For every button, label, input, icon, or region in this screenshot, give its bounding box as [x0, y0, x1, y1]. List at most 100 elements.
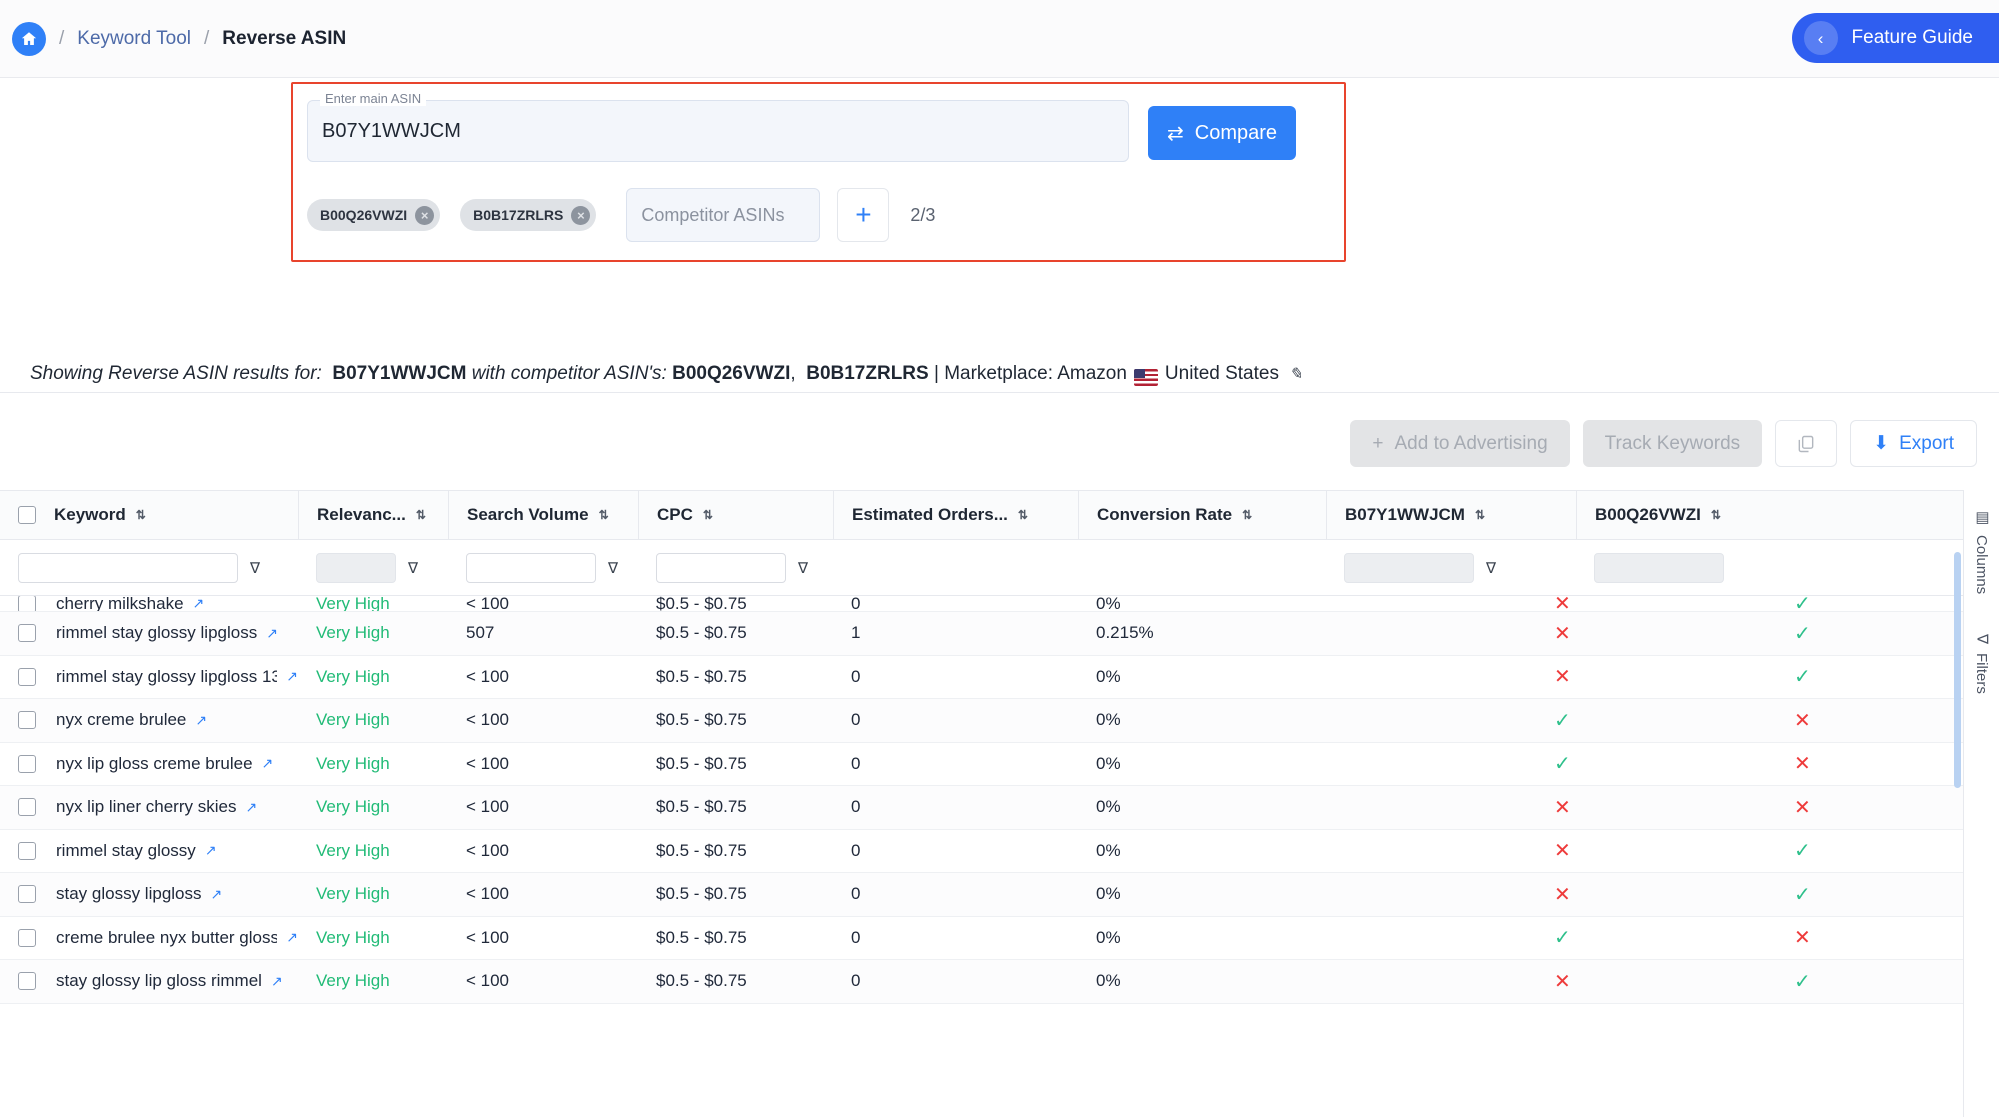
cell-asin-main: ✕ [1326, 596, 1576, 611]
filter-icon[interactable]: ∇ [1486, 559, 1496, 577]
info-mid: with competitor ASIN's: [471, 363, 667, 384]
column-header-search-volume[interactable]: Search Volume ⇅ [448, 490, 638, 540]
sort-icon[interactable]: ⇅ [1242, 509, 1252, 521]
compare-label: Compare [1194, 121, 1278, 144]
filter-icon[interactable]: ∇ [798, 559, 808, 577]
row-checkbox[interactable] [18, 596, 36, 611]
table-row[interactable]: creme brulee nyx butter gloss ↗ Very High <… [0, 917, 1963, 960]
column-header-cpc[interactable]: CPC ⇅ [638, 490, 833, 540]
row-checkbox[interactable] [18, 798, 36, 817]
vertical-scrollbar[interactable] [1954, 552, 1961, 788]
cell-asin-main: ✓ [1326, 917, 1576, 960]
sort-icon[interactable]: ⇅ [1018, 509, 1028, 521]
row-checkbox[interactable] [18, 928, 36, 947]
table-row[interactable]: rimmel stay glossy ↗ Very High < 100 $0.5 - … [0, 830, 1963, 873]
row-checkbox[interactable] [18, 667, 36, 686]
row-checkbox[interactable] [18, 841, 36, 860]
cell-asin-competitor: ✕ [1576, 917, 1963, 960]
sort-icon[interactable]: ⇅ [1711, 509, 1721, 521]
external-link-icon[interactable]: ↗ [195, 712, 207, 729]
table-row[interactable]: nyx lip gloss creme brulee ↗ Very High < 10… [0, 743, 1963, 786]
table-row[interactable]: stay glossy lip gloss rimmel ↗ Very High < … [0, 960, 1963, 1004]
column-header-relevance[interactable]: Relevanc... ⇅ [298, 490, 448, 540]
track-keywords-button[interactable]: Track Keywords [1582, 420, 1763, 467]
competitor-asin-input[interactable] [626, 188, 821, 242]
cell-conversion-rate: 0.215% [1096, 623, 1154, 643]
check-icon: ✓ [1794, 883, 1811, 906]
sort-icon[interactable]: ⇅ [416, 509, 426, 521]
keyword-text: rimmel stay glossy lipgloss [56, 623, 258, 643]
cell-keyword: stay glossy lipgloss ↗ [0, 873, 298, 916]
row-checkbox[interactable] [18, 624, 36, 643]
filter-icon[interactable]: ∇ [250, 559, 260, 577]
export-button[interactable]: ⬇ Export [1850, 420, 1977, 467]
cell-estimated-orders: 0 [851, 840, 861, 860]
external-link-icon[interactable]: ↗ [193, 596, 205, 611]
cell-estimated-orders: 0 [851, 596, 861, 612]
table-row[interactable]: nyx lip liner cherry skies ↗ Very High < 10… [0, 786, 1963, 830]
rail-tab-filters[interactable]: ∇ Filters [1973, 634, 1991, 694]
rail-tab-columns[interactable]: ▤ Columns [1973, 508, 1991, 594]
table-row[interactable]: nyx creme brulee ↗ Very High < 100 $0.5 - $0… [0, 699, 1963, 743]
sort-icon[interactable]: ⇅ [136, 509, 146, 521]
column-header-label: Search Volume [467, 505, 589, 524]
external-link-icon[interactable]: ↗ [245, 799, 257, 816]
column-header-label: Relevanc... [317, 505, 406, 524]
sort-icon[interactable]: ⇅ [599, 509, 609, 521]
column-header-conversion-rate[interactable]: Conversion Rate ⇅ [1078, 490, 1326, 540]
column-header-keyword[interactable]: Keyword ⇅ [0, 490, 298, 540]
column-header-label: B07Y1WWJCM [1345, 505, 1465, 524]
table-filter-row: ∇ ∇ ∇ ∇ ∇ [0, 540, 1963, 596]
table-row[interactable]: cherry milkshake ↗ Very High < 100 $0.5 - $0… [0, 596, 1963, 612]
external-link-icon[interactable]: ↗ [286, 668, 298, 685]
row-checkbox[interactable] [18, 885, 36, 904]
competitor-chip[interactable]: B00Q26VWZI × [307, 199, 441, 231]
cell-keyword: creme brulee nyx butter gloss ↗ [0, 917, 298, 960]
select-all-checkbox[interactable] [18, 506, 36, 524]
column-header-asin-main[interactable]: B07Y1WWJCM ⇅ [1326, 490, 1576, 540]
filter-icon[interactable]: ∇ [608, 559, 618, 577]
table-row[interactable]: rimmel stay glossy lipgloss ↗ Very High 507… [0, 612, 1963, 656]
compare-button[interactable]: ⇄ Compare [1148, 106, 1296, 160]
filter-icon[interactable]: ∇ [408, 559, 418, 577]
row-checkbox[interactable] [18, 754, 36, 773]
table-row[interactable]: stay glossy lipgloss ↗ Very High < 100 $0.5 … [0, 873, 1963, 917]
breadcrumb-separator-2: / [204, 27, 210, 49]
filter-input-search-volume[interactable] [466, 552, 596, 583]
add-to-advertising-button[interactable]: + Add to Advertising [1350, 420, 1570, 467]
cell-keyword: rimmel stay glossy lipgloss 130 ↗ [0, 656, 298, 699]
filter-input-cpc[interactable] [656, 552, 786, 583]
cell-relevance: Very High [298, 960, 448, 1003]
rail-tab-label: Filters [1973, 653, 1990, 695]
check-icon: ✓ [1554, 927, 1571, 950]
filter-input-asin-competitor[interactable] [1594, 552, 1724, 583]
column-header-asin-competitor[interactable]: B00Q26VWZI ⇅ [1576, 490, 1963, 540]
column-header-estimated-orders[interactable]: Estimated Orders... ⇅ [833, 490, 1078, 540]
edit-pencil-icon[interactable]: ✎ [1289, 364, 1302, 384]
table-row[interactable]: rimmel stay glossy lipgloss 130 ↗ Very Hig… [0, 656, 1963, 699]
external-link-icon[interactable]: ↗ [262, 755, 274, 772]
row-checkbox[interactable] [18, 972, 36, 991]
sort-icon[interactable]: ⇅ [703, 509, 713, 521]
close-icon[interactable]: × [415, 205, 435, 225]
check-icon: ✓ [1554, 753, 1571, 776]
external-link-icon[interactable]: ↗ [286, 929, 298, 946]
external-link-icon[interactable]: ↗ [266, 625, 278, 642]
competitor-chip[interactable]: B0B17ZRLRS × [460, 199, 597, 231]
sort-icon[interactable]: ⇅ [1475, 509, 1485, 521]
close-icon[interactable]: × [571, 205, 591, 225]
main-asin-field[interactable]: Enter main ASIN B07Y1WWJCM [307, 91, 1129, 162]
add-competitor-button[interactable]: + [837, 188, 890, 242]
filter-input-asin-main[interactable] [1344, 552, 1474, 583]
external-link-icon[interactable]: ↗ [211, 886, 223, 903]
info-competitor-1: B00Q26VWZI [672, 363, 791, 384]
home-icon[interactable] [12, 21, 46, 56]
external-link-icon[interactable]: ↗ [205, 842, 217, 859]
external-link-icon[interactable]: ↗ [271, 973, 283, 990]
copy-icon[interactable] [1775, 420, 1838, 467]
row-checkbox[interactable] [18, 711, 36, 730]
feature-guide-button[interactable]: ‹ Feature Guide [1791, 13, 1999, 63]
filter-input-keyword[interactable] [18, 552, 238, 583]
breadcrumb-keyword-tool[interactable]: Keyword Tool [77, 28, 191, 50]
filter-input-relevance[interactable] [316, 552, 396, 583]
